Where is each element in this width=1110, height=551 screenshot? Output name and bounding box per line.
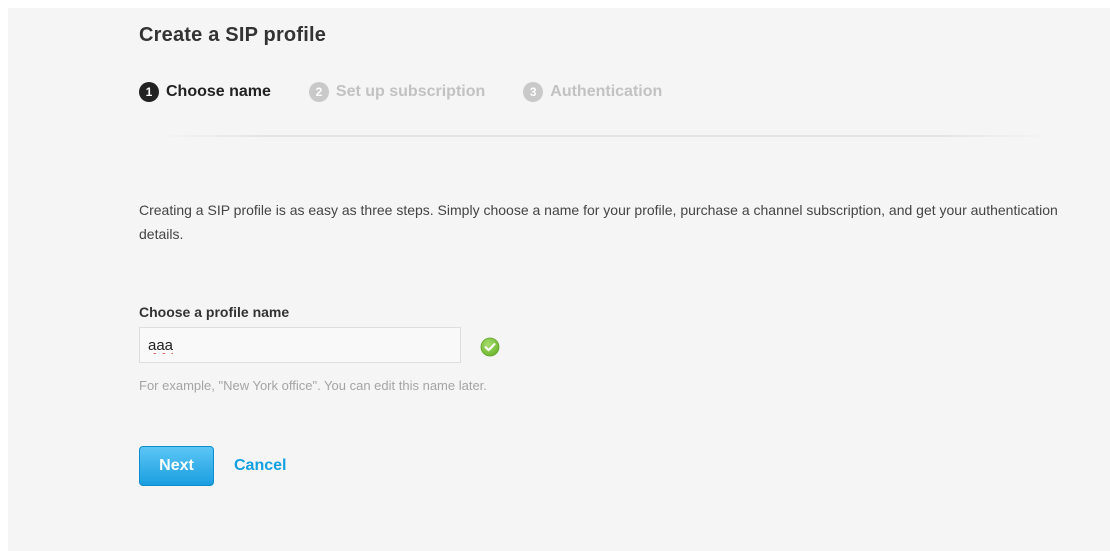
step-label-authentication: Authentication	[550, 83, 663, 100]
steps-divider	[158, 135, 1048, 137]
profile-name-input[interactable]	[139, 327, 461, 363]
cancel-link[interactable]: Cancel	[234, 457, 286, 475]
page-title: Create a SIP profile	[139, 24, 327, 46]
wizard-steps: 1 Choose name 2 Set up subscription 3 Au…	[139, 80, 662, 104]
step-authentication: 3 Authentication	[523, 82, 662, 102]
next-button[interactable]: Next	[139, 446, 214, 486]
intro-text: Creating a SIP profile is as easy as thr…	[139, 202, 1058, 242]
check-circle-icon	[480, 337, 500, 357]
profile-name-hint: For example, "New York office". You can …	[139, 378, 487, 393]
profile-name-label: Choose a profile name	[139, 304, 290, 320]
step-number-3: 3	[523, 82, 544, 102]
step-set-up-subscription: 2 Set up subscription	[308, 82, 486, 102]
step-choose-name: 1 Choose name	[139, 82, 271, 102]
step-label-choose-name: Choose name	[166, 83, 271, 100]
step-label-set-up-subscription: Set up subscription	[335, 83, 486, 100]
step-number-1: 1	[139, 82, 159, 102]
step-number-2: 2	[308, 82, 329, 102]
